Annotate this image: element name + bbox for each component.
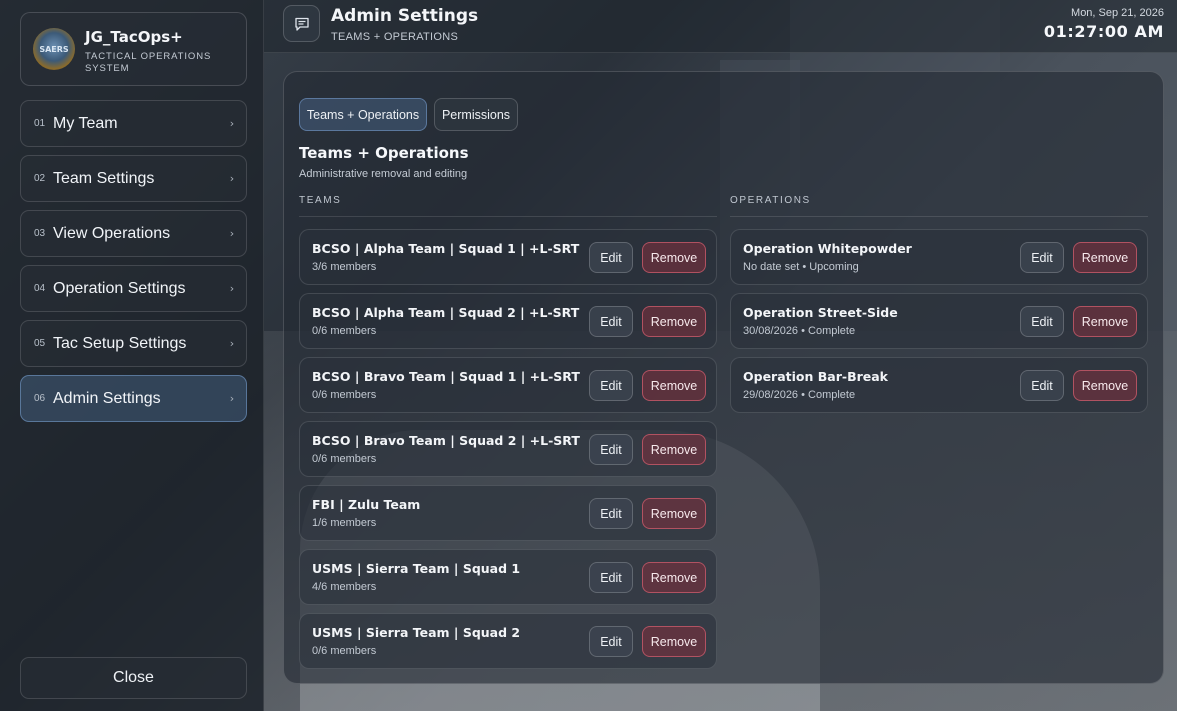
remove-team-button[interactable]: Remove (642, 434, 706, 465)
edit-operation-button[interactable]: Edit (1020, 242, 1064, 273)
edit-team-button[interactable]: Edit (589, 626, 633, 657)
team-card: BCSO | Bravo Team | Squad 2 | +L-SRT 0/6 … (299, 421, 717, 477)
sidebar-item-admin-settings[interactable]: 06 Admin Settings › (20, 375, 247, 422)
team-card: BCSO | Alpha Team | Squad 1 | +L-SRT 3/6 … (299, 229, 717, 285)
remove-team-button[interactable]: Remove (642, 626, 706, 657)
remove-operation-button[interactable]: Remove (1073, 306, 1137, 337)
team-member-count: 4/6 members (312, 581, 377, 593)
operation-status: No date set • Upcoming (743, 261, 859, 273)
team-member-count: 3/6 members (312, 261, 377, 273)
remove-team-button[interactable]: Remove (642, 370, 706, 401)
sidebar-item-my-team[interactable]: 01 My Team › (20, 100, 247, 147)
sidebar-item-label: Admin Settings (53, 389, 161, 407)
sidebar: SAERS JG_TacOps+ TACTICAL OPERATIONS SYS… (0, 0, 264, 711)
edit-team-button[interactable]: Edit (589, 306, 633, 337)
sidebar-item-label: Team Settings (53, 169, 155, 187)
sidebar-item-number: 01 (34, 118, 46, 129)
team-card: USMS | Sierra Team | Squad 2 0/6 members E… (299, 613, 717, 669)
operation-card: Operation Street-Side 30/08/2026 • Comple… (730, 293, 1148, 349)
logo-text: SAERS (39, 44, 69, 54)
edit-team-button[interactable]: Edit (589, 562, 633, 593)
operation-status: 29/08/2026 • Complete (743, 389, 856, 401)
teams-column-label: TEAMS (299, 195, 342, 206)
page-title: Admin Settings (331, 6, 479, 26)
remove-operation-button[interactable]: Remove (1073, 242, 1137, 273)
remove-team-button[interactable]: Remove (642, 562, 706, 593)
sidebar-item-number: 05 (34, 338, 46, 349)
remove-team-button[interactable]: Remove (642, 306, 706, 337)
team-name: BCSO | Alpha Team | Squad 2 | +L-SRT (312, 305, 580, 320)
tab-teams-operations[interactable]: Teams + Operations (299, 98, 427, 131)
team-name: BCSO | Bravo Team | Squad 2 | +L-SRT (312, 433, 580, 448)
team-card: FBI | Zulu Team 1/6 members Edit Remove (299, 485, 717, 541)
sidebar-item-team-settings[interactable]: 02 Team Settings › (20, 155, 247, 202)
header: Admin Settings TEAMS + OPERATIONS Mon, S… (264, 0, 1177, 53)
team-member-count: 0/6 members (312, 325, 377, 337)
team-member-count: 0/6 members (312, 389, 377, 401)
operations-column-label: OPERATIONS (730, 195, 811, 206)
sidebar-item-tac-setup-settings[interactable]: 05 Tac Setup Settings › (20, 320, 247, 367)
admin-panel: Teams + Operations Permissions Teams + O… (283, 71, 1164, 684)
sidebar-item-label: Tac Setup Settings (53, 334, 187, 352)
header-clock: 01:27:00 AM (1043, 22, 1164, 41)
saers-logo: SAERS (33, 28, 75, 70)
team-card: BCSO | Bravo Team | Squad 1 | +L-SRT 0/6 … (299, 357, 717, 413)
team-name: BCSO | Alpha Team | Squad 1 | +L-SRT (312, 241, 580, 256)
chevron-right-icon: › (229, 392, 235, 405)
sidebar-item-label: Operation Settings (53, 279, 186, 297)
chevron-right-icon: › (229, 117, 235, 130)
operation-card: Operation Bar-Break 29/08/2026 • Complete… (730, 357, 1148, 413)
operation-name: Operation Street-Side (743, 305, 898, 320)
team-name: USMS | Sierra Team | Squad 2 (312, 625, 521, 640)
chevron-right-icon: › (229, 172, 235, 185)
team-name: USMS | Sierra Team | Squad 1 (312, 561, 521, 576)
remove-operation-button[interactable]: Remove (1073, 370, 1137, 401)
chevron-right-icon: › (229, 282, 235, 295)
chevron-right-icon: › (229, 227, 235, 240)
edit-operation-button[interactable]: Edit (1020, 370, 1064, 401)
sidebar-item-operation-settings[interactable]: 04 Operation Settings › (20, 265, 247, 312)
team-card: BCSO | Alpha Team | Squad 2 | +L-SRT 0/6 … (299, 293, 717, 349)
app-title: JG_TacOps+ (85, 28, 183, 46)
edit-team-button[interactable]: Edit (589, 434, 633, 465)
edit-team-button[interactable]: Edit (589, 498, 633, 529)
team-card: USMS | Sierra Team | Squad 1 4/6 members E… (299, 549, 717, 605)
page-subtitle: TEAMS + OPERATIONS (331, 31, 459, 43)
operation-card: Operation Whitepowder No date set • Upcom… (730, 229, 1148, 285)
operation-name: Operation Bar-Break (743, 369, 888, 384)
close-button[interactable]: Close (20, 657, 247, 699)
sidebar-item-number: 06 (34, 393, 46, 404)
edit-team-button[interactable]: Edit (589, 370, 633, 401)
team-name: BCSO | Bravo Team | Squad 1 | +L-SRT (312, 369, 580, 384)
section-title: Teams + Operations (299, 144, 469, 162)
brand-card: SAERS JG_TacOps+ TACTICAL OPERATIONS SYS… (20, 12, 247, 86)
header-date: Mon, Sep 21, 2026 (1071, 7, 1164, 19)
sidebar-item-number: 03 (34, 228, 46, 239)
chevron-right-icon: › (229, 337, 235, 350)
teams-divider (299, 216, 717, 217)
sidebar-item-number: 04 (34, 283, 46, 294)
sidebar-item-number: 02 (34, 173, 46, 184)
section-subtitle: Administrative removal and editing (299, 168, 468, 180)
sidebar-item-label: View Operations (53, 224, 171, 242)
remove-team-button[interactable]: Remove (642, 242, 706, 273)
remove-team-button[interactable]: Remove (642, 498, 706, 529)
chat-icon (283, 5, 320, 42)
sidebar-item-view-operations[interactable]: 03 View Operations › (20, 210, 247, 257)
team-name: FBI | Zulu Team (312, 497, 421, 512)
team-member-count: 0/6 members (312, 453, 377, 465)
tab-permissions[interactable]: Permissions (434, 98, 518, 131)
team-member-count: 1/6 members (312, 517, 377, 529)
operation-name: Operation Whitepowder (743, 241, 912, 256)
sidebar-item-label: My Team (53, 114, 118, 132)
edit-operation-button[interactable]: Edit (1020, 306, 1064, 337)
edit-team-button[interactable]: Edit (589, 242, 633, 273)
team-member-count: 0/6 members (312, 645, 377, 657)
app-subtitle: TACTICAL OPERATIONS SYSTEM (85, 51, 212, 74)
operations-divider (730, 216, 1148, 217)
operation-status: 30/08/2026 • Complete (743, 325, 856, 337)
